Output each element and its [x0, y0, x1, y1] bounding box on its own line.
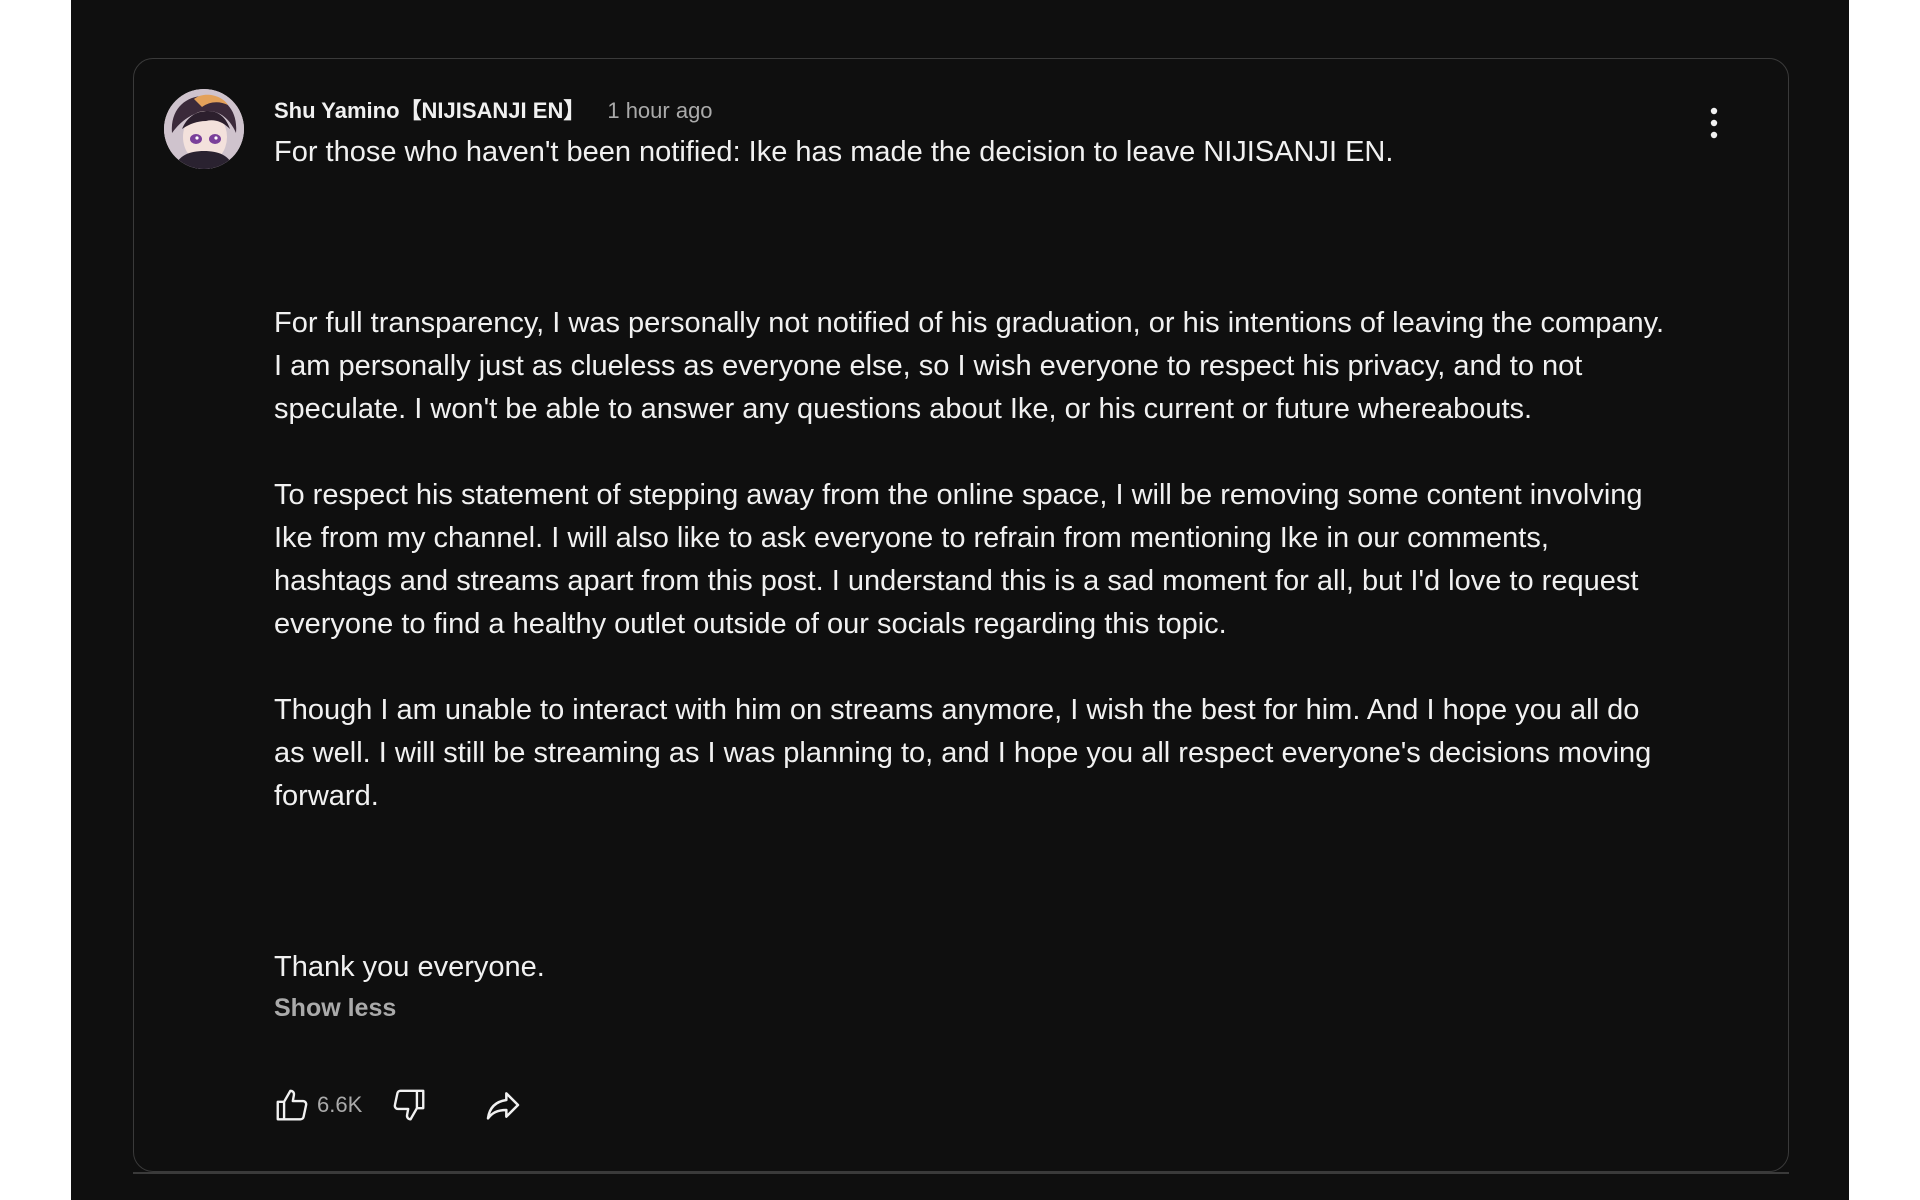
author-name[interactable]: Shu Yamino【NIJISANJI EN】	[274, 91, 585, 131]
comment-actions: 6.6K	[269, 1082, 526, 1128]
like-button[interactable]	[269, 1082, 315, 1128]
page-background: Shu Yamino【NIJISANJI EN】 1 hour ago For …	[71, 0, 1849, 1200]
avatar-image	[164, 89, 244, 169]
comment-timestamp[interactable]: 1 hour ago	[607, 91, 712, 131]
thumbs-down-icon	[393, 1089, 425, 1121]
dislike-button[interactable]	[386, 1082, 432, 1128]
like-count: 6.6K	[317, 1092, 363, 1117]
share-button[interactable]	[480, 1082, 526, 1128]
comment-meta: Shu Yamino【NIJISANJI EN】 1 hour ago	[274, 91, 1674, 131]
comment-paragraph: For full transparency, I was personally …	[274, 307, 1673, 425]
share-icon	[487, 1092, 520, 1120]
divider	[133, 1172, 1789, 1174]
show-less-button[interactable]: Show less	[274, 989, 1674, 1027]
comment-content: Shu Yamino【NIJISANJI EN】 1 hour ago For …	[274, 91, 1674, 1027]
comment-paragraph: To respect his statement of stepping awa…	[274, 479, 1651, 640]
comment-card: Shu Yamino【NIJISANJI EN】 1 hour ago For …	[133, 58, 1789, 1172]
more-vert-icon	[1710, 107, 1718, 139]
comment-paragraph: Though I am unable to interact with him …	[274, 694, 1660, 812]
comment-body: For those who haven't been notified: Ike…	[274, 131, 1674, 989]
more-actions-button[interactable]	[1694, 101, 1734, 145]
comment-paragraph: For those who haven't been notified: Ike…	[274, 136, 1394, 168]
avatar[interactable]	[164, 89, 244, 169]
comment-paragraph: Thank you everyone.	[274, 951, 545, 983]
thumbs-up-icon	[276, 1089, 308, 1121]
